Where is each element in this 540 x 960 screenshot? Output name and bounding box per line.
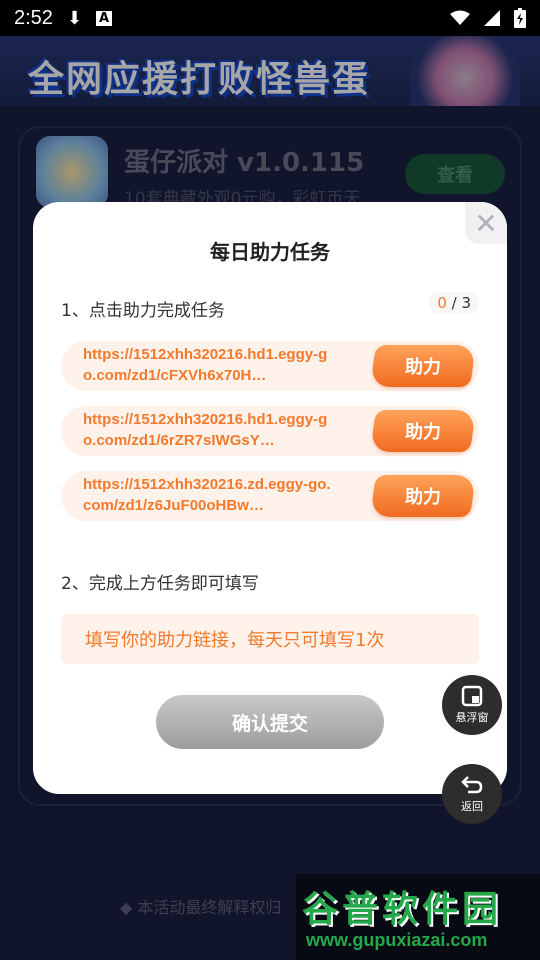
task-link[interactable]: https://1512xhh320216.hd1.eggy-go.com/zd…	[83, 344, 333, 386]
download-icon: ⬇	[66, 7, 83, 29]
floating-window-label: 悬浮窗	[455, 711, 489, 724]
watermark-title: 谷普软件园	[302, 889, 503, 930]
assist-link-input[interactable]: 填写你的助力链接，每天只可填写1次	[61, 614, 479, 664]
assist-button-label: 助力	[405, 422, 441, 443]
status-bar: 2:52 ⬇ A	[0, 0, 540, 36]
task-row: https://1512xhh320216.hd1.eggy-go.com/zd…	[61, 341, 479, 391]
task-row: https://1512xhh320216.hd1.eggy-go.com/zd…	[61, 406, 479, 456]
task-link[interactable]: https://1512xhh320216.hd1.eggy-go.com/zd…	[83, 409, 333, 451]
assist-button[interactable]: 助力	[370, 475, 476, 517]
close-icon: ✕	[474, 206, 498, 240]
progress-separator: /	[446, 294, 462, 312]
progress-counter: 0 / 3	[429, 292, 479, 314]
floating-window-icon	[461, 685, 483, 707]
progress-total: 3	[461, 294, 471, 312]
submit-button[interactable]: 确认提交	[156, 695, 384, 749]
assist-button[interactable]: 助力	[370, 345, 476, 387]
watermark-url: www.gupuxiazai.com	[306, 930, 488, 950]
step2-label: 2、完成上方任务即可填写	[61, 574, 259, 594]
a-icon: A	[96, 10, 113, 26]
task-link[interactable]: https://1512xhh320216.zd.eggy-go.com/zd1…	[83, 474, 333, 516]
battery-icon	[514, 8, 526, 28]
daily-assist-modal: ✕ 每日助力任务 1、点击助力完成任务 0 / 3 https://1512xh…	[33, 202, 507, 794]
signal-icon	[484, 10, 500, 26]
step1-label: 1、点击助力完成任务	[61, 301, 225, 321]
progress-done: 0	[437, 294, 447, 312]
back-icon	[461, 776, 483, 794]
back-label: 返回	[461, 800, 483, 813]
status-time: 2:52	[14, 6, 53, 29]
back-button[interactable]: 返回	[442, 764, 502, 824]
modal-title: 每日助力任务	[210, 240, 330, 264]
site-watermark: 谷普软件园 www.gupuxiazai.com	[296, 874, 540, 960]
task-row: https://1512xhh320216.zd.eggy-go.com/zd1…	[61, 471, 479, 521]
wifi-icon	[450, 10, 470, 25]
assist-button-label: 助力	[405, 357, 441, 378]
assist-button[interactable]: 助力	[370, 410, 476, 452]
assist-button-label: 助力	[405, 487, 441, 508]
floating-window-button[interactable]: 悬浮窗	[442, 675, 502, 735]
